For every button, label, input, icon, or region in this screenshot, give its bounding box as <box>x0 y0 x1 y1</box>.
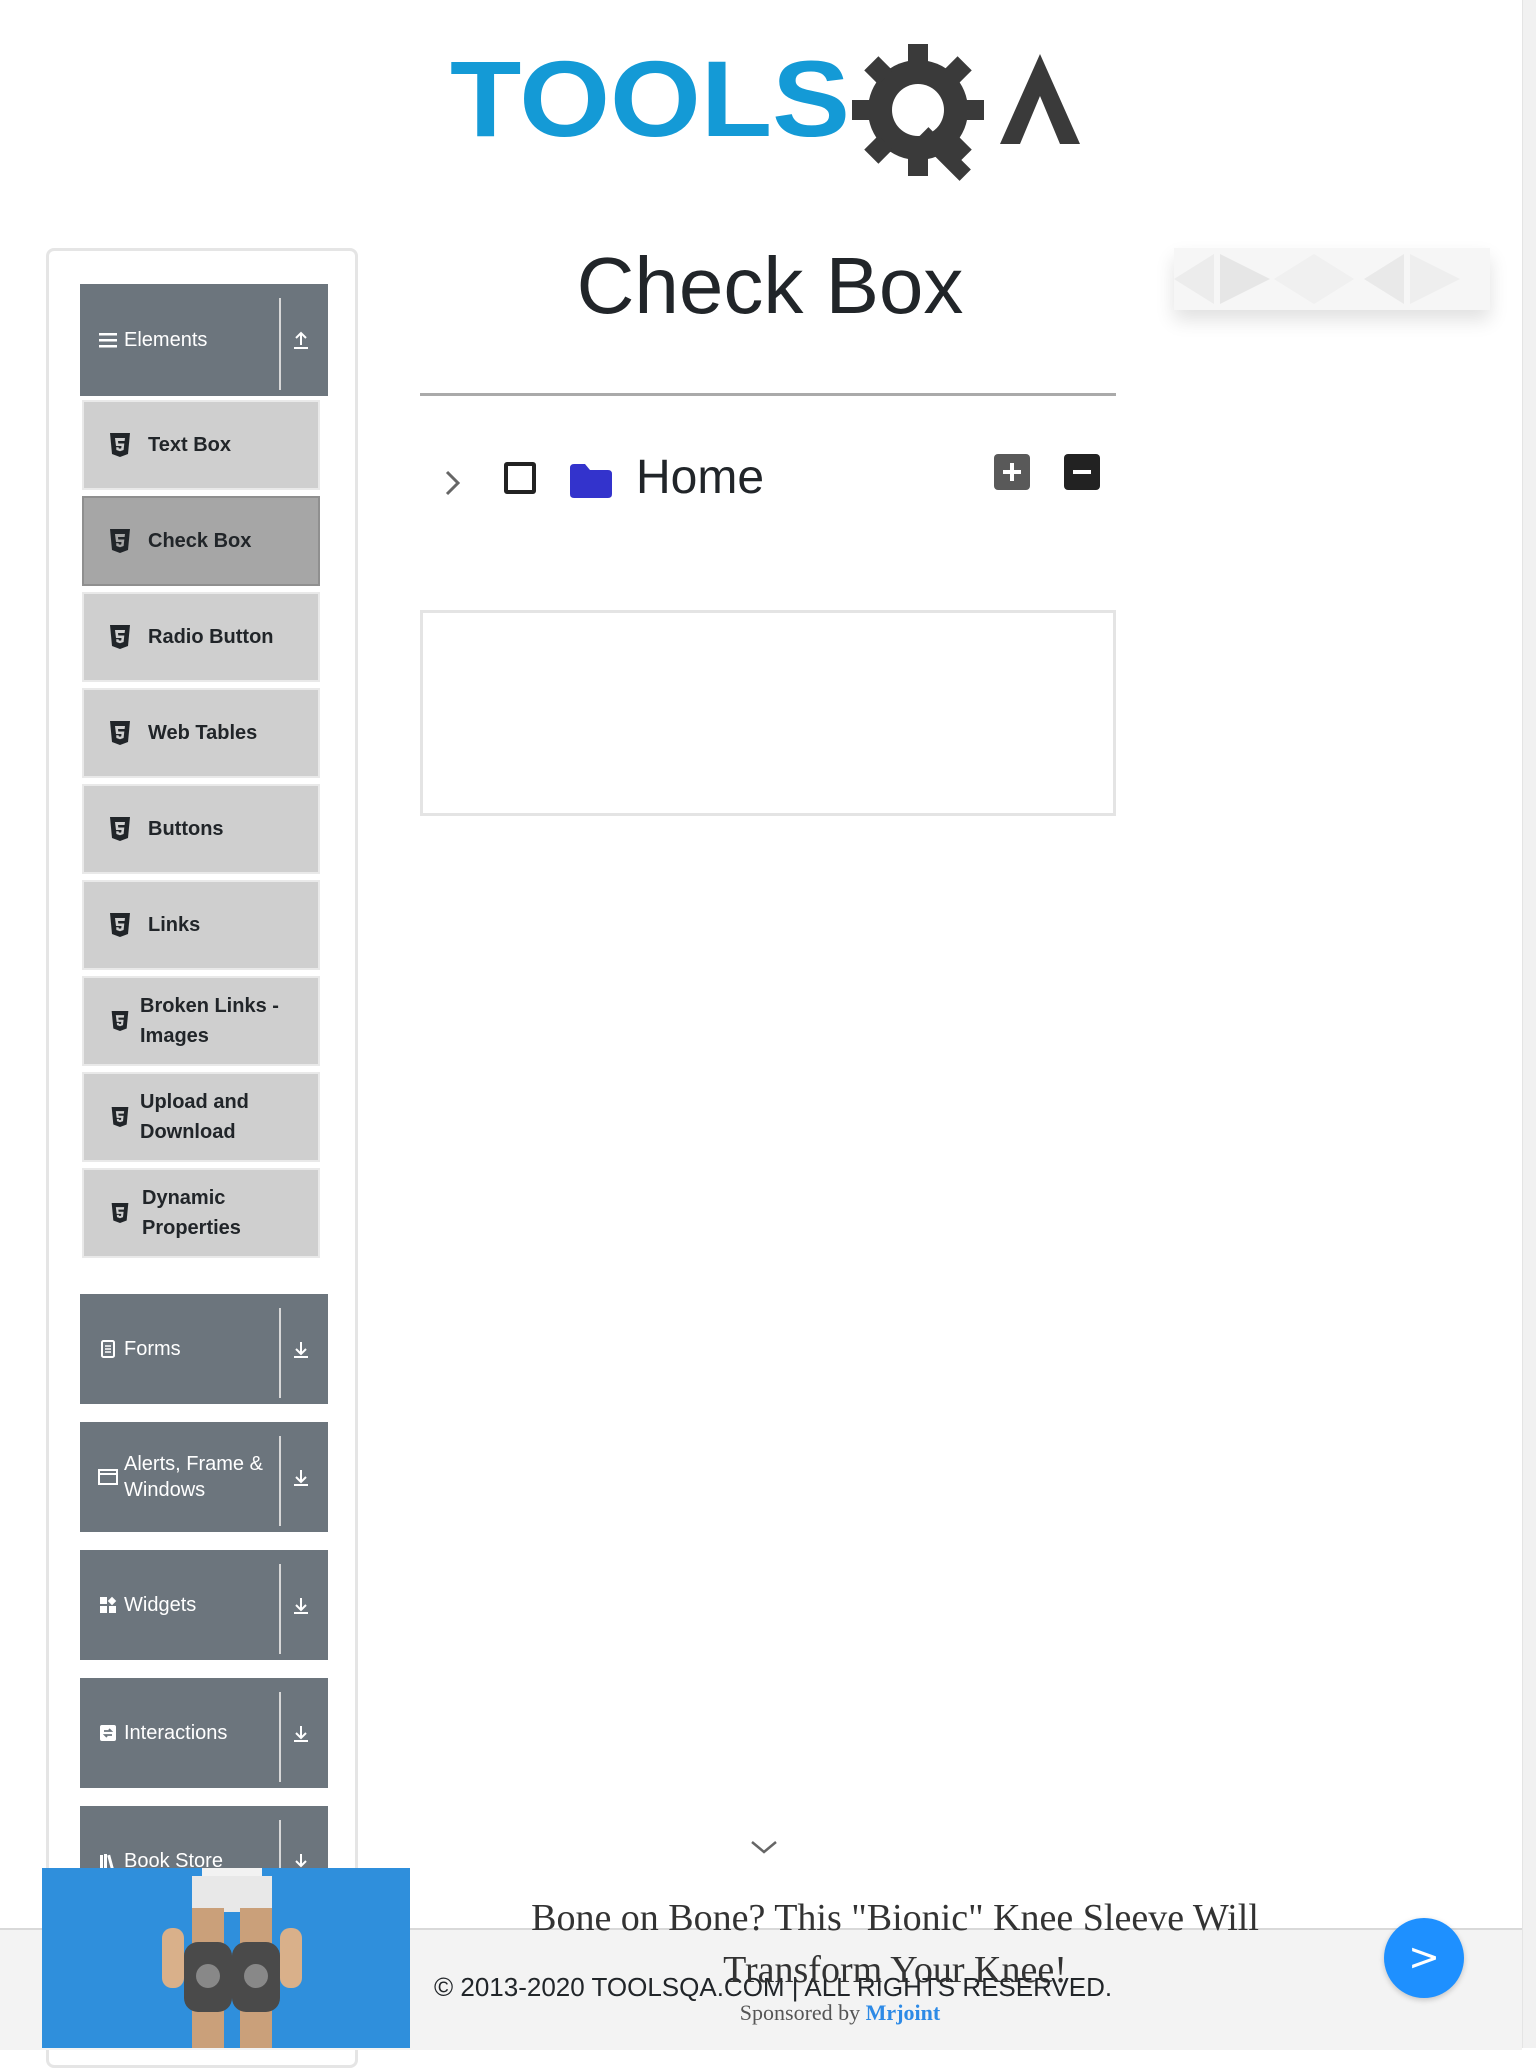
chevron-right-icon[interactable] <box>442 468 464 498</box>
hamburger-icon <box>99 333 117 348</box>
group-header-interactions[interactable]: Interactions <box>80 1678 328 1788</box>
sidebar-item-broken-links-images[interactable]: Broken Links - Images <box>82 976 320 1066</box>
page-title: Check Box <box>576 241 964 330</box>
down-arrow-icon[interactable] <box>290 1594 312 1616</box>
html5-icon <box>110 721 130 745</box>
folder-icon <box>570 464 612 498</box>
up-arrow-icon[interactable] <box>290 329 312 351</box>
sidebar-item-label: Radio Button <box>148 626 274 648</box>
sidebar-item-text-box[interactable]: Text Box <box>82 400 320 490</box>
ad-banner-top[interactable] <box>1174 248 1490 310</box>
minus-square-icon <box>1073 470 1091 474</box>
sidebar-item-label: Links <box>148 914 201 936</box>
logo-qa-text: QA <box>440 26 442 27</box>
sidebar-item-label: Text Box <box>148 434 231 456</box>
html5-icon <box>111 1011 129 1031</box>
plus-square-icon <box>1003 463 1021 481</box>
group-label-widgets: Widgets <box>124 1594 197 1616</box>
header-divider <box>279 1564 281 1654</box>
sidebar-item-label: Check Box <box>148 530 252 552</box>
ad-sponsor: Sponsored by Mrjoint <box>560 2000 1120 2026</box>
group-header-alerts-frame-windows[interactable]: Alerts, Frame & Windows <box>80 1422 328 1532</box>
sidebar-item-radio-button[interactable]: Radio Button <box>82 592 320 682</box>
expand-all-button[interactable] <box>994 454 1030 490</box>
group-label-interactions: Interactions <box>124 1722 228 1744</box>
group-header-forms[interactable]: Forms <box>80 1294 328 1404</box>
sidebar-item-web-tables[interactable]: Web Tables <box>82 688 320 778</box>
group-header-elements[interactable]: Elements <box>80 284 328 396</box>
sidebar-item-label: Dynamic Properties <box>142 1187 241 1239</box>
ad-next-button[interactable]: > <box>1384 1918 1464 1998</box>
sidebar-item-label: Web Tables <box>148 722 258 744</box>
result-panel <box>420 610 1116 816</box>
ad-collapse-icon[interactable] <box>744 1836 784 1860</box>
ad-headline[interactable]: Bone on Bone? This "Bionic" Knee Sleeve … <box>480 1892 1310 1996</box>
down-arrow-icon[interactable] <box>290 1338 312 1360</box>
sidebar-item-dynamic-properties[interactable]: Dynamic Properties <box>82 1168 320 1258</box>
sidebar-item-label: Broken Links - Images <box>140 995 279 1047</box>
toolsqa-logo[interactable]: TOOLS QA <box>440 26 1100 186</box>
group-label-elements: Elements <box>124 329 208 351</box>
header-divider <box>279 1308 281 1398</box>
html5-icon <box>110 817 130 841</box>
group-label-forms: Forms <box>124 1338 181 1360</box>
logo-tools-text: TOOLS <box>450 38 850 159</box>
title-divider <box>420 393 1116 396</box>
html5-icon <box>110 433 130 457</box>
document-icon <box>101 1340 115 1358</box>
group-header-widgets[interactable]: Widgets <box>80 1550 328 1660</box>
header-divider <box>279 1692 281 1782</box>
html5-icon <box>110 625 130 649</box>
header-divider <box>279 1436 281 1526</box>
collapse-all-button[interactable] <box>1064 454 1100 490</box>
widgets-icon <box>100 1596 117 1613</box>
html5-icon <box>111 1107 129 1127</box>
interactions-icon <box>100 1725 116 1741</box>
sidebar-item-buttons[interactable]: Buttons <box>82 784 320 874</box>
sidebar-item-label: Upload and Download <box>140 1091 249 1143</box>
group-label-alerts: Alerts, Frame & Windows <box>124 1453 263 1501</box>
down-arrow-icon[interactable] <box>290 1466 312 1488</box>
sidebar-item-links[interactable]: Links <box>82 880 320 970</box>
home-checkbox[interactable] <box>504 462 536 494</box>
window-icon <box>98 1469 118 1485</box>
ad-sponsor-prefix: Sponsored by <box>739 2000 861 2025</box>
logo-a-shape <box>1000 54 1080 144</box>
gear-magnifier-icon <box>852 44 984 181</box>
page-scrollbar[interactable] <box>1522 0 1536 2048</box>
ad-sponsor-brand[interactable]: Mrjoint <box>866 2000 941 2025</box>
ad-knee-sleeve-image[interactable] <box>42 1868 410 2048</box>
sidebar-item-label: Buttons <box>148 818 224 840</box>
sidebar-item-check-box[interactable]: Check Box <box>82 496 320 586</box>
html5-icon <box>110 529 130 553</box>
header-divider <box>279 298 281 390</box>
html5-icon <box>110 913 130 937</box>
tree-node-label[interactable]: Home <box>636 450 764 505</box>
sidebar-item-upload-and-download[interactable]: Upload and Download <box>82 1072 320 1162</box>
html5-icon <box>111 1203 129 1223</box>
down-arrow-icon[interactable] <box>290 1722 312 1744</box>
